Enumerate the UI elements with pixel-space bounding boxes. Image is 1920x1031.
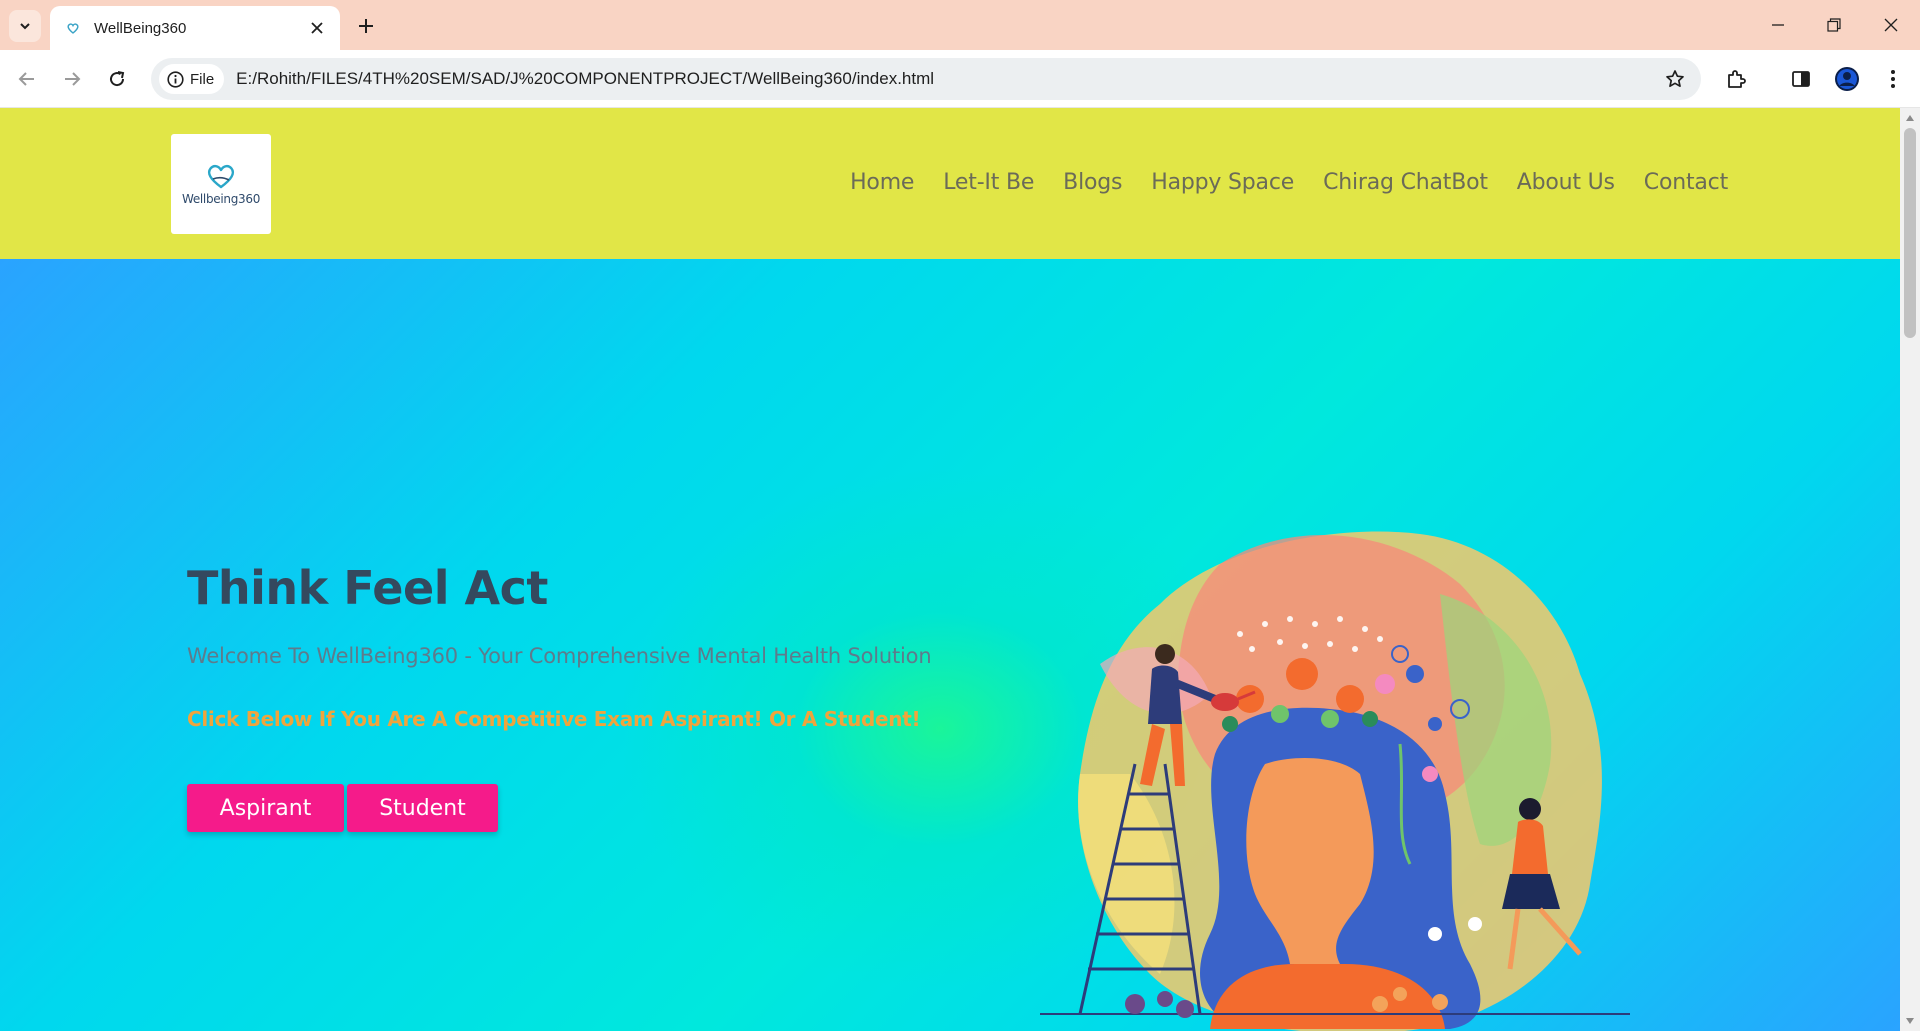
heart-logo-icon xyxy=(207,164,235,189)
minimize-icon xyxy=(1772,24,1784,26)
site-info-chip[interactable]: File xyxy=(159,64,225,94)
tab-title: WellBeing360 xyxy=(94,19,187,37)
browser-tab[interactable]: WellBeing360 xyxy=(50,6,340,50)
nav-link-about-us[interactable]: About Us xyxy=(1517,170,1615,195)
chevron-down-icon xyxy=(20,23,30,30)
hero-cta-text: Click Below If You Are A Competitive Exa… xyxy=(187,707,921,731)
star-icon xyxy=(1666,70,1684,88)
hero-subtitle: Welcome To WellBeing360 - Your Comprehen… xyxy=(187,644,932,668)
extensions-button[interactable] xyxy=(1719,62,1753,96)
bookmark-button[interactable] xyxy=(1663,67,1687,91)
restore-icon xyxy=(1827,18,1841,32)
main-nav: Home Let-It Be Blogs Happy Space Chirag … xyxy=(850,170,1728,195)
tab-strip: WellBeing360 xyxy=(0,0,1920,50)
plus-icon xyxy=(359,19,373,33)
side-panel-icon xyxy=(1792,71,1810,87)
restore-button[interactable] xyxy=(1814,8,1854,42)
site-info-label: File xyxy=(190,70,215,88)
new-tab-button[interactable] xyxy=(352,12,380,40)
close-icon xyxy=(311,22,323,34)
reload-button[interactable] xyxy=(100,62,134,96)
side-panel-button[interactable] xyxy=(1784,62,1818,96)
tab-search-button[interactable] xyxy=(9,10,41,42)
browser-menu-button[interactable] xyxy=(1876,62,1910,96)
minimize-button[interactable] xyxy=(1758,8,1798,42)
more-vertical-icon xyxy=(1891,70,1895,88)
avatar-icon xyxy=(1835,67,1859,91)
site-logo[interactable]: Wellbeing360 xyxy=(171,134,271,234)
nav-link-happy-space[interactable]: Happy Space xyxy=(1151,170,1294,195)
profile-button[interactable] xyxy=(1830,62,1864,96)
close-icon xyxy=(1884,18,1898,32)
browser-toolbar: File E:/Rohith/FILES/4TH%20SEM/SAD/J%20C… xyxy=(0,50,1920,108)
scrollbar-thumb[interactable] xyxy=(1904,128,1916,338)
aspirant-button[interactable]: Aspirant xyxy=(187,784,344,832)
address-bar[interactable]: File E:/Rohith/FILES/4TH%20SEM/SAD/J%20C… xyxy=(151,58,1701,100)
nav-link-chirag-chatbot[interactable]: Chirag ChatBot xyxy=(1323,170,1488,195)
scroll-up-button[interactable] xyxy=(1900,110,1920,126)
arrow-left-icon xyxy=(18,72,34,86)
url-text[interactable]: E:/Rohith/FILES/4TH%20SEM/SAD/J%20COMPON… xyxy=(236,69,934,89)
arrow-right-icon xyxy=(65,72,81,86)
puzzle-icon xyxy=(1728,70,1746,88)
back-button[interactable] xyxy=(10,62,44,96)
forward-button[interactable] xyxy=(55,62,89,96)
page-scrollbar[interactable] xyxy=(1900,108,1920,1031)
page-viewport: Wellbeing360 Home Let-It Be Blogs Happy … xyxy=(0,108,1920,1031)
triangle-up-icon xyxy=(1906,115,1914,121)
mental-health-illustration xyxy=(1040,531,1630,1031)
nav-link-blogs[interactable]: Blogs xyxy=(1063,170,1122,195)
nav-link-home[interactable]: Home xyxy=(850,170,914,195)
logo-text: Wellbeing360 xyxy=(181,192,261,206)
close-window-button[interactable] xyxy=(1871,8,1911,42)
triangle-down-icon xyxy=(1906,1018,1914,1024)
site-header: Wellbeing360 Home Let-It Be Blogs Happy … xyxy=(0,108,1900,259)
close-tab-button[interactable] xyxy=(306,17,328,39)
reload-icon xyxy=(110,71,125,87)
favicon-icon xyxy=(64,19,82,37)
info-icon xyxy=(167,70,184,88)
nav-link-let-it-be[interactable]: Let-It Be xyxy=(943,170,1034,195)
hero-section: Think Feel Act Welcome To WellBeing360 -… xyxy=(0,259,1900,1031)
student-button[interactable]: Student xyxy=(347,784,498,832)
hero-title: Think Feel Act xyxy=(187,561,548,615)
nav-link-contact[interactable]: Contact xyxy=(1644,170,1728,195)
scroll-down-button[interactable] xyxy=(1900,1013,1920,1029)
